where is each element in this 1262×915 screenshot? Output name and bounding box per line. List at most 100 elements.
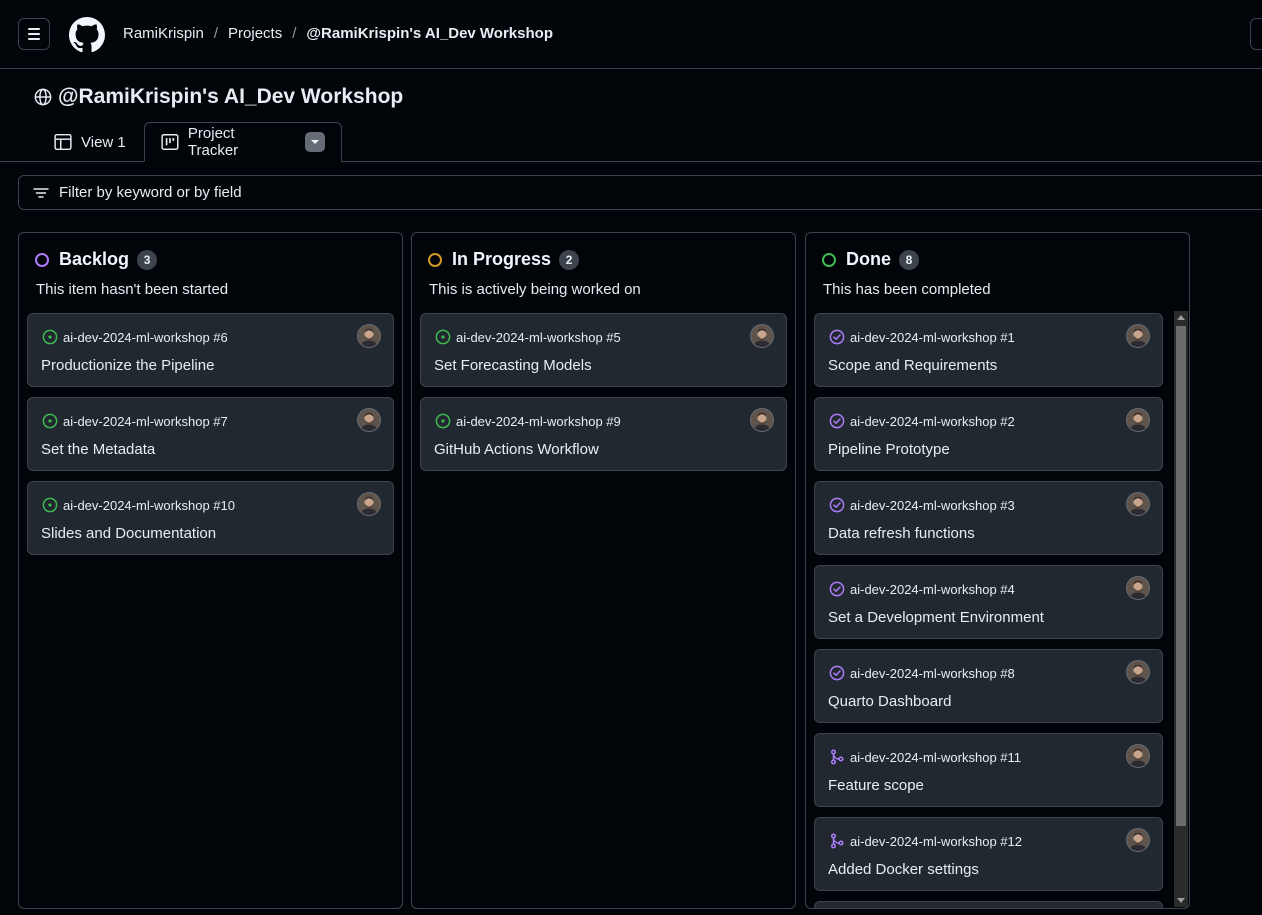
- card-reference-text: ai-dev-2024-ml-workshop #6: [63, 329, 228, 345]
- card-title[interactable]: Pipeline Prototype: [828, 441, 950, 458]
- menu-line-icon: [28, 33, 40, 35]
- card-reference-text: ai-dev-2024-ml-workshop #11: [850, 749, 1022, 765]
- board-card[interactable]: ai-dev-2024-ml-workshop #7 Set the Metad…: [27, 397, 394, 471]
- assignee-avatar[interactable]: [750, 324, 774, 348]
- board-card[interactable]: ai-dev-2024-ml-workshop #3 Data refresh …: [814, 481, 1163, 555]
- menu-line-icon: [28, 28, 40, 30]
- breadcrumb-projects-link[interactable]: Projects: [228, 25, 282, 42]
- card-reference[interactable]: ai-dev-2024-ml-workshop #5: [435, 329, 621, 345]
- card-title[interactable]: Data refresh functions: [828, 525, 975, 542]
- breadcrumb-separator: /: [292, 25, 297, 42]
- issue-open-icon: [42, 329, 58, 345]
- issue-closed-icon: [829, 665, 845, 681]
- board-card[interactable]: ai-dev-2024-ml-workshop #11 Feature scop…: [814, 733, 1163, 807]
- assignee-avatar[interactable]: [1126, 828, 1150, 852]
- card-reference-text: ai-dev-2024-ml-workshop #12: [850, 833, 1022, 849]
- assignee-avatar[interactable]: [357, 492, 381, 516]
- assignee-avatar[interactable]: [357, 324, 381, 348]
- card-reference[interactable]: ai-dev-2024-ml-workshop #12: [829, 833, 1022, 849]
- assignee-avatar[interactable]: [1126, 744, 1150, 768]
- board-card[interactable]: ai-dev-2024-ml-workshop #12 Added Docker…: [814, 817, 1163, 891]
- assignee-avatar[interactable]: [1126, 660, 1150, 684]
- assignee-avatar[interactable]: [1126, 408, 1150, 432]
- board-card[interactable]: ai-dev-2024-ml-workshop #1 Scope and Req…: [814, 313, 1163, 387]
- card-title[interactable]: Feature scope: [828, 777, 924, 794]
- board-column-in-progress: In Progress 2 This is actively being wor…: [411, 232, 796, 909]
- card-reference-text: ai-dev-2024-ml-workshop #4: [850, 581, 1015, 597]
- card-reference[interactable]: ai-dev-2024-ml-workshop #1: [829, 329, 1015, 345]
- card-title[interactable]: Productionize the Pipeline: [41, 357, 214, 374]
- board-card[interactable]: ai-dev-2024-ml-workshop #8 Quarto Dashbo…: [814, 649, 1163, 723]
- assignee-avatar[interactable]: [750, 408, 774, 432]
- issue-closed-icon: [829, 581, 845, 597]
- board-card[interactable]: ai-dev-2024-ml-workshop #6 Productionize…: [27, 313, 394, 387]
- assignee-avatar[interactable]: [1126, 324, 1150, 348]
- table-icon: [54, 133, 72, 151]
- triangle-down-icon: [311, 140, 320, 144]
- card-title[interactable]: Slides and Documentation: [41, 525, 216, 542]
- scroll-up-arrow-icon[interactable]: [1177, 315, 1185, 320]
- status-circle-icon: [35, 252, 49, 267]
- hamburger-menu-button[interactable]: [18, 18, 50, 50]
- assignee-avatar[interactable]: [1126, 492, 1150, 516]
- card-title[interactable]: Scope and Requirements: [828, 357, 997, 374]
- card-title[interactable]: GitHub Actions Workflow: [434, 441, 599, 458]
- tab-label: Project Tracker: [187, 125, 239, 159]
- header-action-button[interactable]: [1250, 18, 1262, 50]
- card-reference[interactable]: ai-dev-2024-ml-workshop #2: [829, 413, 1015, 429]
- filter-icon: [33, 187, 49, 198]
- pr-merged-icon: [829, 833, 845, 849]
- tab-project-tracker[interactable]: Project Tracker: [144, 122, 342, 162]
- board-card[interactable]: ai-dev-2024-ml-workshop #9 GitHub Action…: [420, 397, 787, 471]
- card-reference[interactable]: ai-dev-2024-ml-workshop #9: [435, 413, 621, 429]
- assignee-avatar[interactable]: [1126, 576, 1150, 600]
- scroll-down-arrow-icon[interactable]: [1177, 898, 1185, 903]
- status-circle-icon: [428, 252, 442, 267]
- card-reference[interactable]: ai-dev-2024-ml-workshop #3: [829, 497, 1015, 513]
- card-reference[interactable]: ai-dev-2024-ml-workshop #7: [42, 413, 228, 429]
- view-options-dropdown-button[interactable]: [305, 132, 325, 152]
- board-card[interactable]: ai-dev-2024-ml-workshop #2 Pipeline Prot…: [814, 397, 1163, 471]
- card-reference[interactable]: ai-dev-2024-ml-workshop #6: [42, 329, 228, 345]
- breadcrumb-owner-link[interactable]: RamiKrispin: [123, 25, 204, 42]
- scrollbar-thumb[interactable]: [1176, 326, 1186, 826]
- status-circle-icon: [822, 252, 836, 267]
- column-title: Done: [846, 249, 891, 269]
- board-card[interactable]: ai-dev-2024-ml-workshop #4 Set a Develop…: [814, 565, 1163, 639]
- column-title: In Progress: [452, 249, 552, 269]
- issue-open-icon: [42, 413, 58, 429]
- card-title[interactable]: Quarto Dashboard: [828, 693, 951, 710]
- card-title[interactable]: Set the Metadata: [41, 441, 155, 458]
- pr-merged-icon: [829, 749, 845, 765]
- board-card[interactable]: ai-dev-2024-ml-workshop #5 Set Forecasti…: [420, 313, 787, 387]
- card-title[interactable]: Added Docker settings: [828, 861, 979, 878]
- board-card[interactable]: ai-dev-2024-ml-workshop #10 Slides and D…: [27, 481, 394, 555]
- card-reference-text: ai-dev-2024-ml-workshop #10: [63, 497, 235, 513]
- card-reference[interactable]: ai-dev-2024-ml-workshop #8: [829, 665, 1015, 681]
- column-header: In Progress 2: [428, 249, 580, 270]
- card-list: ai-dev-2024-ml-workshop #6 Productionize…: [27, 313, 394, 565]
- card-reference[interactable]: ai-dev-2024-ml-workshop #10: [42, 497, 235, 513]
- column-scrollbar[interactable]: [1174, 311, 1188, 907]
- github-logo-icon[interactable]: [69, 17, 105, 53]
- board-column-backlog: Backlog 3 This item hasn't been started …: [18, 232, 403, 909]
- assignee-avatar[interactable]: [357, 408, 381, 432]
- board-card-partially-visible[interactable]: [814, 901, 1163, 908]
- breadcrumb-current-project[interactable]: @RamiKrispin's AI_Dev Workshop: [306, 25, 553, 42]
- card-reference-text: ai-dev-2024-ml-workshop #3: [850, 497, 1015, 513]
- globe-icon: [34, 88, 52, 106]
- issue-closed-icon: [829, 413, 845, 429]
- issue-open-icon: [435, 329, 451, 345]
- card-title[interactable]: Set Forecasting Models: [434, 357, 592, 374]
- card-title[interactable]: Set a Development Environment: [828, 609, 1044, 626]
- card-reference[interactable]: ai-dev-2024-ml-workshop #11: [829, 749, 1021, 765]
- top-bar: RamiKrispin / Projects / @RamiKrispin's …: [0, 0, 1262, 69]
- item-count-badge: 8: [899, 249, 919, 270]
- card-reference[interactable]: ai-dev-2024-ml-workshop #4: [829, 581, 1015, 597]
- issue-open-icon: [435, 413, 451, 429]
- tab-label: View 1: [81, 133, 126, 151]
- column-description: This is actively being worked on: [429, 281, 641, 298]
- filter-input[interactable]: Filter by keyword or by field: [18, 175, 1262, 210]
- tab-view-1[interactable]: View 1: [44, 122, 136, 162]
- column-description: This item hasn't been started: [36, 281, 229, 298]
